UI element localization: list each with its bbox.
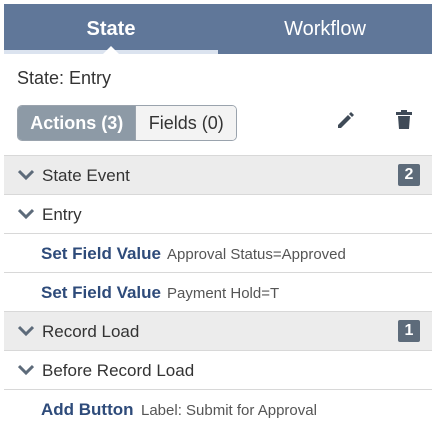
group-label: State Event xyxy=(42,166,130,185)
subgroup-label: Before Record Load xyxy=(42,361,195,380)
active-tab-caret xyxy=(103,46,119,54)
action-row[interactable]: Add Button Label: Submit for Approval xyxy=(4,389,432,428)
subgroup-row-before-record-load[interactable]: Before Record Load xyxy=(4,350,432,389)
action-name-link[interactable]: Add Button xyxy=(41,400,134,420)
chevron-down-icon xyxy=(18,364,34,376)
chevron-down-icon xyxy=(18,169,34,181)
fields-toggle-button[interactable]: Fields (0) xyxy=(135,106,236,140)
group-label: Record Load xyxy=(42,322,140,341)
action-detail: Approval Status=Approved xyxy=(167,246,346,263)
action-name-link[interactable]: Set Field Value xyxy=(41,283,161,303)
actions-list: State Event 2 Entry Set Field Value Appr… xyxy=(4,155,432,428)
group-row-record-load[interactable]: Record Load 1 xyxy=(4,311,432,350)
workflow-panel: State Workflow State: Entry Actions (3) … xyxy=(4,4,432,433)
trash-icon[interactable] xyxy=(392,108,416,132)
actions-toggle-button[interactable]: Actions (3) xyxy=(18,106,136,140)
count-badge: 2 xyxy=(398,164,420,186)
tab-state-label: State xyxy=(86,18,136,40)
chevron-down-icon xyxy=(18,325,34,337)
group-row-state-event[interactable]: State Event 2 xyxy=(4,155,432,194)
pencil-icon[interactable] xyxy=(334,108,358,132)
tab-workflow[interactable]: Workflow xyxy=(218,4,432,54)
count-badge: 1 xyxy=(398,320,420,342)
tab-state[interactable]: State xyxy=(4,4,218,54)
tab-bar: State Workflow xyxy=(4,4,432,54)
action-row[interactable]: Set Field Value Approval Status=Approved xyxy=(4,233,432,272)
action-name-link[interactable]: Set Field Value xyxy=(41,244,161,264)
subgroup-row-entry[interactable]: Entry xyxy=(4,194,432,233)
state-title: State: Entry xyxy=(17,68,112,88)
subgroup-label: Entry xyxy=(42,205,82,224)
actions-fields-toggle: Actions (3) Fields (0) xyxy=(17,105,237,141)
action-detail: Label: Submit for Approval xyxy=(141,402,317,419)
chevron-down-icon xyxy=(18,208,34,220)
tab-workflow-label: Workflow xyxy=(284,18,366,40)
action-detail: Payment Hold=T xyxy=(167,285,280,302)
action-row[interactable]: Set Field Value Payment Hold=T xyxy=(4,272,432,311)
